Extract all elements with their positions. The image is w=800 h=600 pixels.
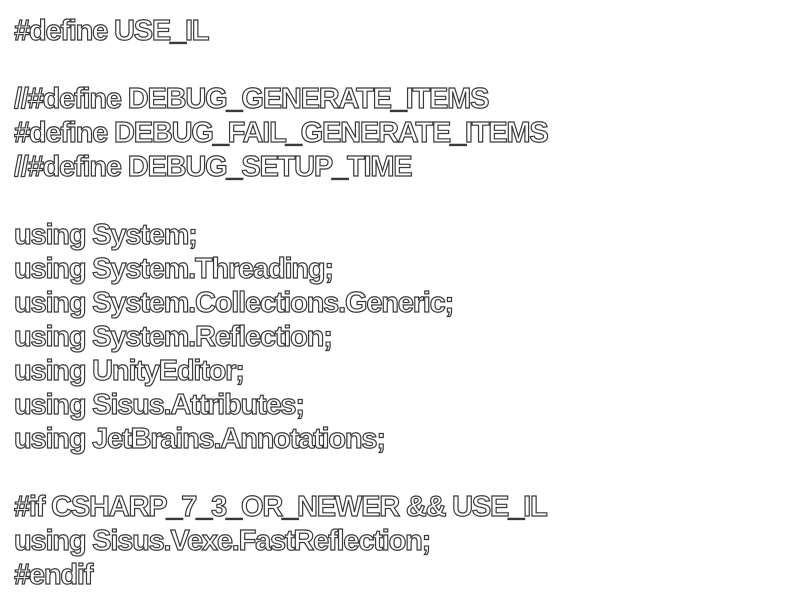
code-line-13: using JetBrains.Annotations;: [14, 422, 387, 455]
code-line-5: //#define DEBUG_SETUP_TIME: [14, 150, 413, 183]
code-line-1: #define USE_IL: [14, 14, 210, 47]
code-line-4: #define DEBUG_FAIL_GENERATE_ITEMS: [14, 116, 549, 149]
code-line-7: using System;: [14, 218, 198, 251]
code-line-17: #endif: [14, 558, 94, 591]
code-line-11: using UnityEditor;: [14, 354, 246, 387]
code-line-10: using System.Reflection;: [14, 320, 333, 353]
code-line-12: using Sisus.Attributes;: [14, 388, 306, 421]
code-line-8: using System.Threading;: [14, 252, 335, 285]
code-view: #define USE_IL //#define DEBUG_GENERATE_…: [14, 14, 794, 594]
code-line-3: //#define DEBUG_GENERATE_ITEMS: [14, 82, 490, 115]
code-line-16: using Sisus.Vexe.FastReflection;: [14, 524, 432, 557]
code-line-15: #if CSHARP_7_3_OR_NEWER && USE_IL: [14, 490, 548, 523]
code-line-9: using System.Collections.Generic;: [14, 286, 455, 319]
